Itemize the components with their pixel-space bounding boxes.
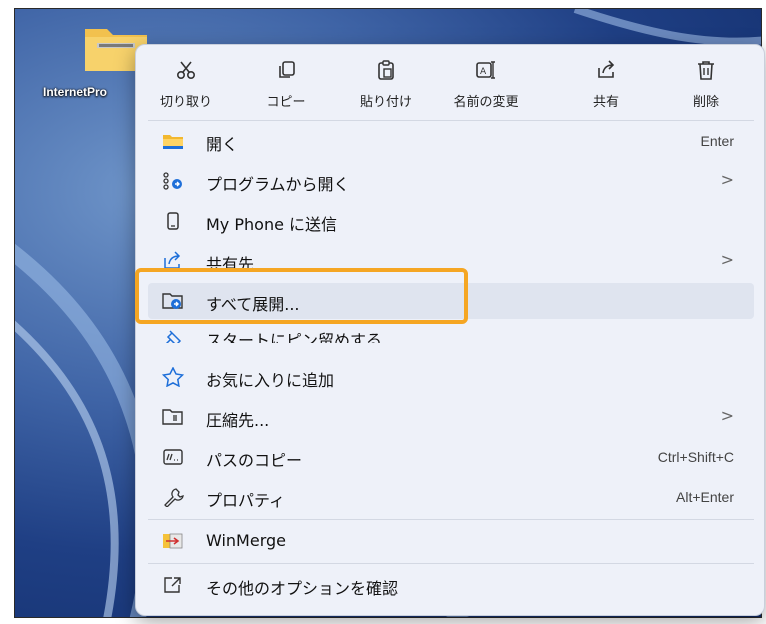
svg-text:A: A bbox=[480, 67, 487, 77]
chevron-right-icon: > bbox=[720, 170, 734, 189]
copy-icon bbox=[279, 61, 295, 78]
wrench-icon bbox=[164, 488, 184, 507]
desktop-icon-label: InternetPro bbox=[43, 85, 108, 99]
menu-item-label: プロパティ bbox=[206, 491, 286, 510]
star-icon bbox=[162, 367, 184, 387]
copy-button[interactable]: コピー bbox=[236, 51, 336, 113]
copy-label: コピー bbox=[266, 95, 306, 110]
paste-icon bbox=[378, 60, 394, 80]
menu-item-label: パスのコピー bbox=[206, 451, 303, 470]
menu-item-label: その他のオプションを確認 bbox=[206, 579, 399, 598]
chevron-right-icon: > bbox=[720, 406, 734, 425]
open-with-icon bbox=[163, 172, 182, 190]
menu-item-send-to-phone[interactable]: My Phone に送信 bbox=[148, 203, 754, 239]
menu-item-open-with[interactable]: プログラムから開く > bbox=[148, 163, 754, 199]
share-label: 共有 bbox=[592, 95, 619, 110]
divider bbox=[148, 519, 754, 520]
chevron-right-icon: > bbox=[720, 250, 734, 269]
menu-item-label: プログラムから開く bbox=[206, 175, 350, 194]
pin-icon bbox=[165, 330, 182, 343]
winmerge-icon bbox=[163, 533, 183, 549]
menu-item-label: My Phone に送信 bbox=[206, 215, 338, 234]
menu-item-label: WinMerge bbox=[206, 531, 286, 550]
rename-icon: A bbox=[476, 61, 495, 79]
shortcut-text: Ctrl+Shift+C bbox=[657, 449, 734, 465]
rename-label: 名前の変更 bbox=[453, 95, 519, 110]
menu-item-label: 開く bbox=[206, 135, 239, 154]
context-menu: 切り取り コピー 貼り付け A 名前の変更 共有 削除 開く Enter プログ… bbox=[135, 44, 765, 616]
delete-icon bbox=[698, 61, 714, 80]
delete-label: 削除 bbox=[692, 95, 719, 110]
rename-button[interactable]: A 名前の変更 bbox=[436, 51, 536, 113]
menu-item-add-favorite[interactable]: お気に入りに追加 bbox=[148, 359, 754, 395]
cut-label: 切り取り bbox=[159, 95, 212, 110]
share-icon bbox=[598, 60, 615, 78]
menu-item-open[interactable]: 開く Enter bbox=[148, 123, 754, 159]
cut-icon bbox=[176, 61, 196, 80]
phone-icon bbox=[167, 212, 179, 230]
menu-item-more-options[interactable]: その他のオプションを確認 bbox=[148, 567, 754, 603]
delete-button[interactable]: 削除 bbox=[656, 51, 756, 113]
menu-item-winmerge[interactable]: WinMerge bbox=[148, 523, 754, 559]
menu-item-copy-path[interactable]: パスのコピー Ctrl+Shift+C bbox=[148, 439, 754, 475]
cut-button[interactable]: 切り取り bbox=[136, 51, 236, 113]
menu-item-label: 圧縮先... bbox=[206, 411, 270, 430]
menu-item-properties[interactable]: プロパティ Alt+Enter bbox=[148, 479, 754, 515]
compress-icon bbox=[162, 409, 183, 425]
copy-path-icon bbox=[163, 449, 183, 465]
menu-item-label: お気に入りに追加 bbox=[206, 371, 335, 390]
menu-item-label: スタートにピン留めする bbox=[206, 331, 383, 343]
more-options-icon bbox=[164, 577, 181, 593]
paste-button[interactable]: 貼り付け bbox=[336, 51, 436, 113]
shortcut-text: Enter bbox=[700, 133, 734, 149]
context-toolbar: 切り取り コピー 貼り付け A 名前の変更 共有 削除 bbox=[136, 45, 764, 117]
folder-icon bbox=[163, 135, 183, 149]
highlight-box bbox=[135, 268, 468, 324]
paste-label: 貼り付け bbox=[359, 95, 412, 110]
share-button[interactable]: 共有 bbox=[556, 51, 656, 113]
shortcut-text: Alt+Enter bbox=[676, 489, 734, 505]
menu-item-compress-to[interactable]: 圧縮先... > bbox=[148, 399, 754, 435]
divider bbox=[148, 563, 754, 564]
divider bbox=[148, 120, 754, 121]
